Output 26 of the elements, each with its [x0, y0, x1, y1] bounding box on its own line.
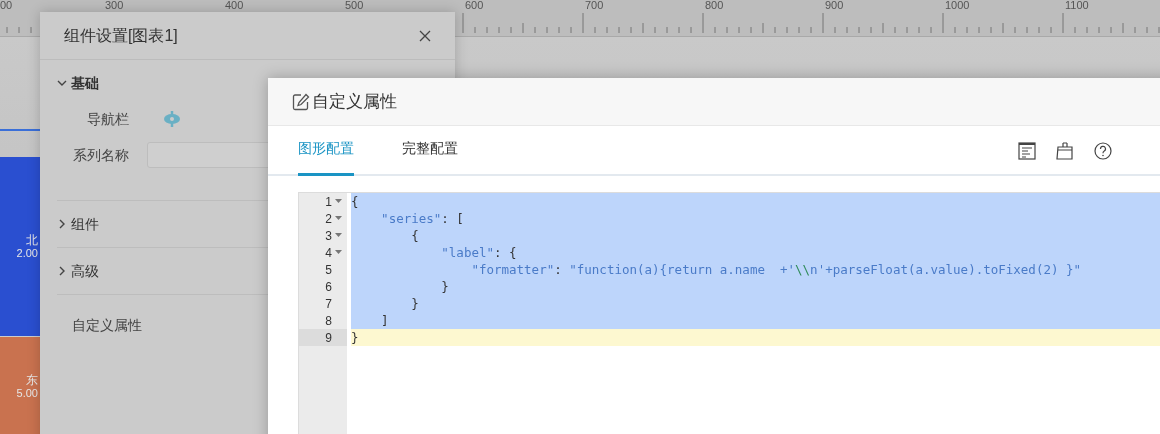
ruler-label: 300 [105, 0, 124, 11]
ruler-label: 1100 [1065, 0, 1089, 11]
line-number: 8 [325, 314, 332, 327]
ruler-label: 1000 [945, 0, 970, 11]
field-label: 导航栏 [86, 109, 130, 129]
ruler-label: 800 [705, 0, 724, 11]
line-number: 9 [325, 331, 332, 344]
line-number: 3 [325, 229, 332, 242]
ruler-label: 400 [225, 0, 244, 11]
line-number: 4 [325, 246, 332, 259]
ruler-label: 700 [585, 0, 604, 11]
bar-value: 5.00 [16, 387, 38, 399]
bar-value: 2.00 [16, 247, 38, 259]
line-number: 7 [325, 297, 332, 310]
dialog-title: 自定义属性 [312, 90, 397, 113]
line-number: 5 [325, 263, 332, 276]
ruler-label: 600 [465, 0, 484, 11]
dialog-title: 组件设置[图表1] [64, 25, 178, 46]
field-label: 系列名称 [72, 145, 130, 165]
bar-label: 东 [26, 374, 38, 387]
bar-label: 北 [26, 234, 38, 247]
ruler-label: 500 [345, 0, 364, 11]
ruler-label: 00 [0, 0, 13, 11]
line-number: 6 [325, 280, 332, 293]
ruler-label: 900 [825, 0, 844, 11]
line-number: 2 [325, 212, 332, 225]
